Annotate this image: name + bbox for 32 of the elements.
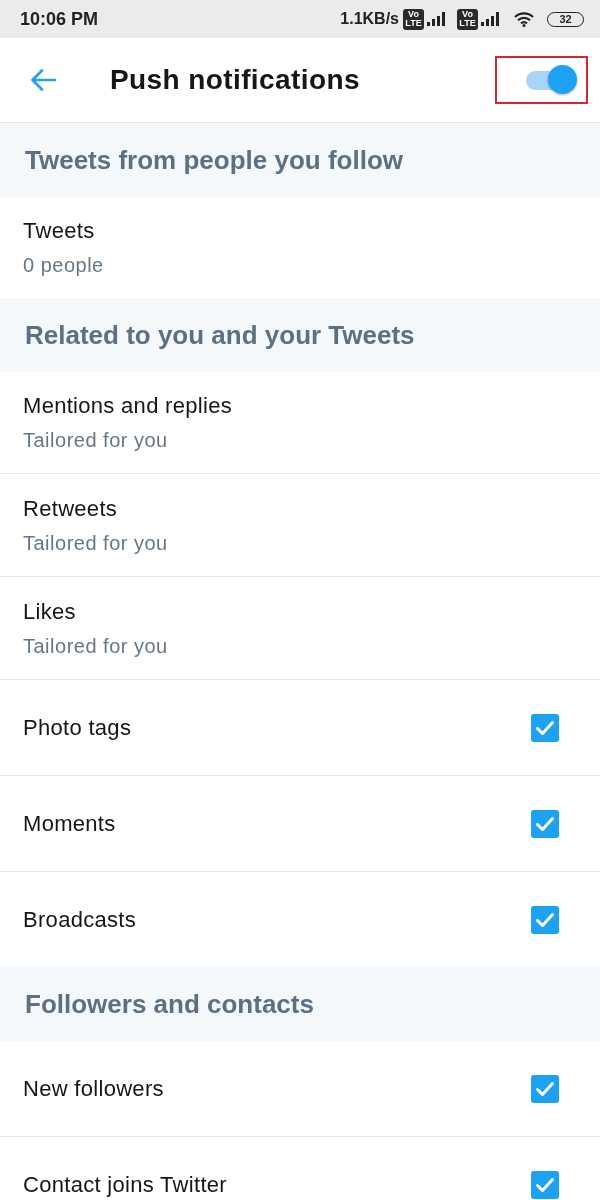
back-button[interactable] (30, 69, 56, 91)
wifi-icon (514, 11, 534, 27)
page-title: Push notifications (110, 64, 361, 96)
setting-label: Moments (23, 811, 116, 836)
setting-label[interactable]: Mentions and replies (23, 393, 232, 418)
checkbox[interactable] (531, 809, 559, 838)
setting-detail: 0 people (23, 254, 104, 277)
setting-label: Photo tags (23, 715, 132, 740)
setting-label[interactable]: Likes (23, 598, 168, 624)
setting-detail: Tailored for you (23, 634, 168, 658)
volte-badge: Vo LTE (403, 8, 424, 30)
setting-label: New followers (23, 1076, 164, 1101)
checkbox[interactable] (531, 1074, 559, 1103)
setting-label: Broadcasts (23, 907, 137, 932)
toggle-switch[interactable] (526, 65, 578, 95)
signal-icon (427, 12, 447, 26)
setting-label[interactable]: Tweets (23, 218, 104, 243)
checkbox[interactable] (531, 905, 559, 934)
setting-label[interactable]: Retweets (23, 495, 168, 521)
section-title: Followers and contacts (25, 988, 314, 1020)
setting-detail: Tailored for you (23, 531, 168, 555)
network-speed: 1.1KB/s (340, 10, 399, 28)
back-arrow-icon (30, 69, 56, 91)
checkbox[interactable] (531, 1170, 559, 1199)
section-title: Related to you and your Tweets (25, 319, 415, 351)
signal-icon (481, 12, 501, 26)
volte-badge: Vo LTE (457, 8, 478, 30)
setting-detail: Tailored for you (23, 429, 169, 452)
setting-label: Contact joins Twitter (23, 1172, 227, 1197)
checkbox[interactable] (531, 713, 559, 742)
status-time: 10:06 PM (20, 8, 99, 30)
section-title: Tweets from people you follow (25, 144, 403, 176)
